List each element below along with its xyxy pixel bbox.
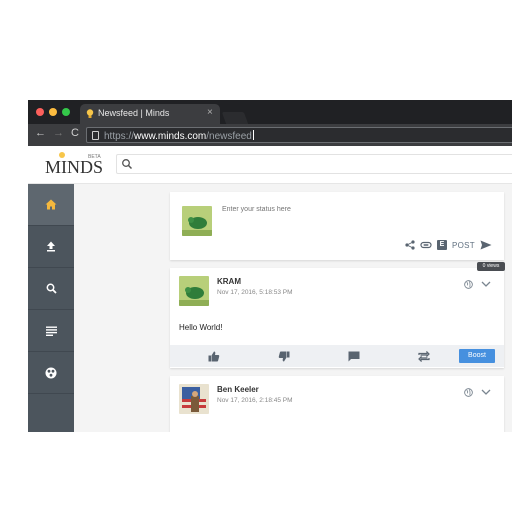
chevron-down-icon[interactable] [481,388,491,396]
tab-newsfeed[interactable]: Newsfeed | Minds × [80,104,220,124]
post-author[interactable]: KRAM [217,277,241,286]
blog-icon [45,326,57,336]
post-timestamp[interactable]: Nov 17, 2016, 2:18:45 PM [217,397,293,404]
site-search[interactable] [116,154,512,174]
text-caret [252,130,254,140]
url-scheme: https:// [104,131,135,142]
post-button-label[interactable]: POST [452,241,475,250]
url-path: /newsfeed [206,131,252,142]
e-badge[interactable]: E [437,240,448,250]
share-icon[interactable] [405,240,415,250]
upload-icon [47,241,55,252]
thumbs-up-icon[interactable] [208,351,220,362]
browser-titlebar: Newsfeed | Minds × [28,100,512,124]
remind-icon[interactable] [418,351,430,362]
sidebar-item-groups[interactable] [28,352,74,394]
new-tab-button[interactable] [221,112,249,124]
post-message: Hello World! [179,323,223,332]
sidebar-item-upload[interactable] [28,226,74,268]
browser-window: Newsfeed | Minds × ← → C https://www.min… [28,100,512,432]
close-window-button[interactable] [36,108,44,116]
attachment-icon[interactable] [420,240,432,250]
globe-icon[interactable] [464,388,473,397]
url-text[interactable]: https://www.minds.com/newsfeed [104,130,254,142]
chevron-down-icon[interactable] [481,280,491,288]
lightbulb-icon [86,109,94,118]
post-avatar[interactable] [179,276,209,306]
browser-toolbar: ← → C https://www.minds.com/newsfeed [28,124,512,146]
post-action-bar: Boost [170,345,504,367]
sidebar-item-search[interactable] [28,268,74,310]
site-header: MINDS BETA [28,146,512,184]
flag-avatar-image [179,384,209,414]
activity-card: Ben Keeler Nov 17, 2016, 2:18:45 PM [170,376,504,432]
views-count-badge: 0 views [477,262,505,271]
beetle-avatar-image [179,276,209,306]
search-input[interactable] [137,157,507,171]
status-composer: E POST [170,192,504,260]
maximize-window-button[interactable] [62,108,70,116]
sidebar [28,184,74,432]
tab-close-button[interactable]: × [207,107,213,118]
status-input[interactable] [222,206,482,213]
boost-button[interactable]: Boost [459,349,495,363]
reload-button[interactable]: C [71,127,79,139]
minds-logo[interactable]: MINDS [45,157,103,178]
groups-icon [45,367,57,378]
search-icon [122,159,133,170]
tab-title: Newsfeed | Minds [98,108,170,118]
activity-card: KRAM Nov 17, 2016, 5:18:53 PM Hello Worl… [170,268,504,368]
page-icon [92,131,99,140]
address-bar[interactable]: https://www.minds.com/newsfeed [86,127,512,143]
search-icon [46,283,57,294]
sidebar-item-home[interactable] [28,184,74,226]
sidebar-item-blogs[interactable] [28,310,74,352]
beetle-avatar-image [182,206,212,236]
back-button[interactable]: ← [35,127,46,139]
post-timestamp[interactable]: Nov 17, 2016, 5:18:53 PM [217,289,293,296]
forward-button[interactable]: → [53,127,64,139]
user-avatar[interactable] [182,206,212,236]
globe-icon[interactable] [464,280,473,289]
post-avatar[interactable] [179,384,209,414]
comment-icon[interactable] [348,351,360,362]
thumbs-down-icon[interactable] [278,351,290,362]
home-icon [45,199,57,210]
post-author[interactable]: Ben Keeler [217,385,259,394]
send-icon[interactable] [480,240,492,250]
url-host: www.minds.com [134,131,207,142]
composer-actions: E POST [405,238,492,252]
minimize-window-button[interactable] [49,108,57,116]
sidebar-item-more[interactable] [28,394,74,432]
beta-badge: BETA [88,154,101,160]
